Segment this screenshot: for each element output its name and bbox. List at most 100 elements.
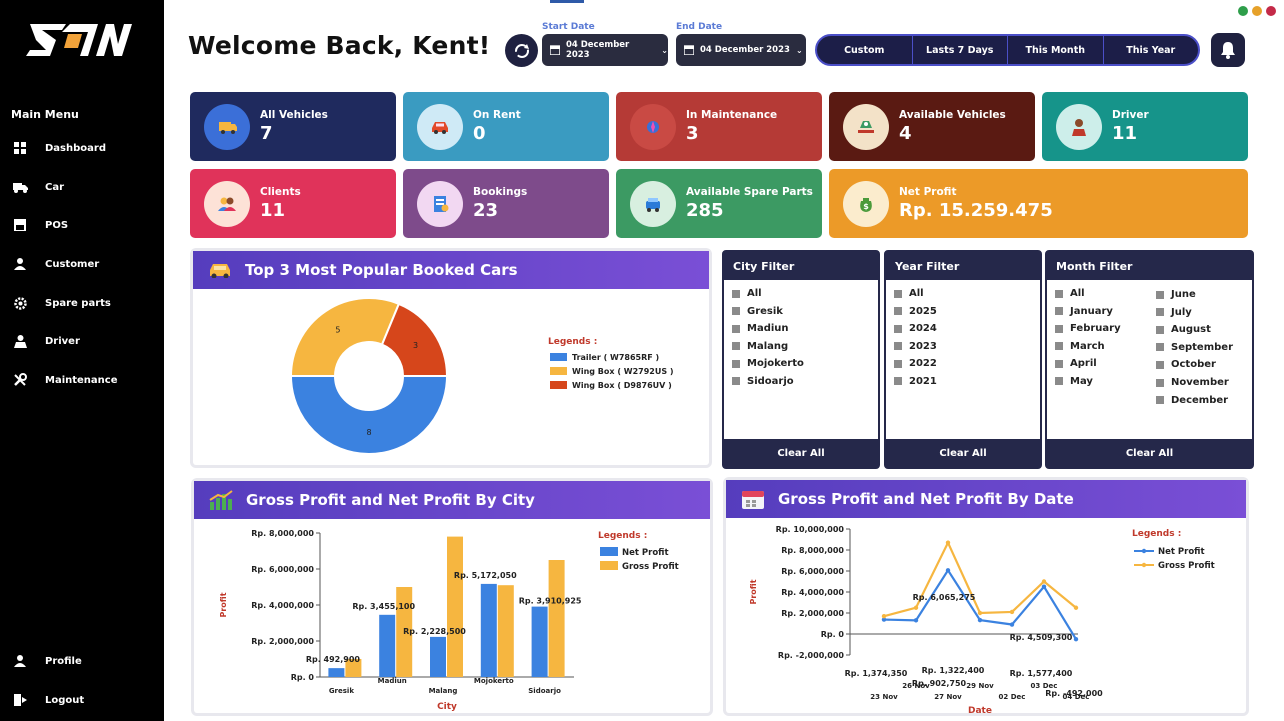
checkbox[interactable]	[1055, 377, 1063, 385]
bar-gross[interactable]	[548, 560, 565, 677]
line-point[interactable]	[913, 605, 919, 610]
month-filter-item[interactable]: December	[1156, 395, 1228, 406]
checkbox[interactable]	[1156, 325, 1164, 334]
year-filter-item[interactable]: 2021	[894, 376, 937, 387]
notifications-button[interactable]	[1211, 33, 1245, 67]
line-point[interactable]	[1009, 609, 1015, 615]
checkbox[interactable]	[1156, 290, 1164, 299]
city-filter-item[interactable]: Sidoarjo	[732, 376, 794, 387]
line-point[interactable]	[977, 617, 983, 623]
checkbox[interactable]	[1156, 343, 1164, 352]
bookings-card[interactable]: Bookings 23	[403, 169, 609, 238]
year-filter-item[interactable]: 2024	[894, 323, 937, 334]
month-filter-item[interactable]: April	[1055, 358, 1097, 369]
month-filter-item[interactable]: October	[1156, 359, 1216, 370]
checkbox[interactable]	[894, 289, 902, 298]
checkbox[interactable]	[732, 289, 740, 298]
city-clear-all-button[interactable]: Clear All	[724, 439, 878, 467]
range-this-year-button[interactable]: This Year	[1104, 36, 1199, 64]
checkbox[interactable]	[1055, 289, 1063, 298]
city-filter-item[interactable]: Madiun	[732, 323, 789, 334]
checkbox[interactable]	[894, 377, 902, 385]
month-filter-item[interactable]: January	[1055, 306, 1113, 317]
on-rent-card[interactable]: On Rent 0	[403, 92, 609, 161]
year-filter-item[interactable]: All	[894, 288, 924, 299]
checkbox[interactable]	[732, 307, 740, 315]
range-last-7-days-button[interactable]: Lasts 7 Days	[913, 36, 1008, 64]
city-filter-item[interactable]: Malang	[732, 341, 788, 352]
month-filter-item[interactable]: June	[1156, 289, 1196, 300]
bar-gross[interactable]	[447, 536, 463, 677]
sidebar-item-car[interactable]: Car	[0, 172, 164, 202]
checkbox[interactable]	[1156, 378, 1164, 387]
sidebar-item-driver[interactable]: Driver	[0, 326, 164, 356]
available-spare-parts-card[interactable]: Available Spare Parts 285	[616, 169, 822, 238]
year-filter-item[interactable]: 2022	[894, 358, 937, 369]
month-filter-item[interactable]: February	[1055, 323, 1121, 334]
line-point[interactable]	[1009, 622, 1015, 627]
bar-net[interactable]	[430, 636, 446, 677]
range-this-month-button[interactable]: This Month	[1008, 36, 1104, 64]
checkbox[interactable]	[732, 342, 740, 350]
end-date-picker[interactable]: 04 December 2023 ⌄	[676, 34, 806, 66]
donut-slice[interactable]	[289, 297, 401, 377]
bar-net[interactable]	[379, 614, 396, 677]
checkbox[interactable]	[732, 359, 740, 368]
line-point[interactable]	[881, 613, 887, 619]
checkbox[interactable]	[1055, 342, 1063, 350]
line-point[interactable]	[913, 618, 919, 623]
bar-net[interactable]	[328, 668, 345, 677]
sidebar-item-dashboard[interactable]: Dashboard	[0, 133, 164, 163]
month-filter-item[interactable]: July	[1156, 307, 1192, 318]
bar-net[interactable]	[531, 606, 548, 677]
month-filter-item[interactable]: May	[1055, 376, 1093, 387]
year-clear-all-button[interactable]: Clear All	[886, 439, 1040, 467]
line-gross[interactable]	[883, 540, 1077, 618]
line-point[interactable]	[1073, 636, 1079, 642]
in-maintenance-card[interactable]: In Maintenance 3	[616, 92, 822, 161]
line-point[interactable]	[1073, 605, 1079, 610]
sidebar-item-pos[interactable]: POS	[0, 210, 164, 240]
line-point[interactable]	[977, 610, 983, 616]
checkbox[interactable]	[732, 324, 740, 333]
city-filter-item[interactable]: All	[732, 288, 762, 299]
checkbox[interactable]	[1156, 308, 1164, 317]
line-point[interactable]	[945, 540, 951, 545]
city-filter-item[interactable]: Mojokerto	[732, 358, 804, 369]
city-filter-item[interactable]: Gresik	[732, 306, 783, 317]
available-vehicles-card[interactable]: Available Vehicles 4	[829, 92, 1035, 161]
month-clear-all-button[interactable]: Clear All	[1047, 439, 1252, 467]
net-profit-card[interactable]: $ Net Profit Rp. 15.259.475	[829, 169, 1248, 238]
checkbox[interactable]	[1156, 360, 1164, 369]
checkbox[interactable]	[894, 359, 902, 368]
driver-card[interactable]: Driver 11	[1042, 92, 1248, 161]
checkbox[interactable]	[732, 377, 740, 385]
bar-gross[interactable]	[497, 585, 514, 677]
line-net[interactable]	[883, 568, 1077, 640]
year-filter-item[interactable]: 2025	[894, 306, 937, 317]
checkbox[interactable]	[894, 324, 902, 333]
checkbox[interactable]	[1055, 359, 1063, 368]
month-filter-item[interactable]: September	[1156, 342, 1233, 353]
month-filter-item[interactable]: All	[1055, 288, 1085, 299]
sidebar-item-customer[interactable]: Customer	[0, 249, 164, 279]
month-filter-item[interactable]: August	[1156, 324, 1211, 335]
line-point[interactable]	[1041, 584, 1047, 589]
checkbox[interactable]	[1055, 324, 1063, 333]
all-vehicles-card[interactable]: All Vehicles 7	[190, 92, 396, 161]
start-date-picker[interactable]: 04 December 2023 ⌄	[542, 34, 668, 66]
month-filter-item[interactable]: March	[1055, 341, 1105, 352]
sidebar-item-maintenance[interactable]: Maintenance	[0, 365, 164, 395]
line-point[interactable]	[1041, 579, 1047, 584]
clients-card[interactable]: Clients 11	[190, 169, 396, 238]
range-custom-button[interactable]: Custom	[817, 36, 913, 64]
refresh-button[interactable]	[505, 34, 538, 67]
donut-slice[interactable]	[289, 375, 449, 455]
checkbox[interactable]	[1156, 396, 1164, 405]
year-filter-item[interactable]: 2023	[894, 341, 937, 352]
sidebar-item-logout[interactable]: Logout	[0, 685, 164, 715]
checkbox[interactable]	[894, 342, 902, 350]
month-filter-item[interactable]: November	[1156, 377, 1229, 388]
sidebar-item-spare-parts[interactable]: Spare parts	[0, 288, 164, 318]
bar-net[interactable]	[480, 583, 497, 677]
